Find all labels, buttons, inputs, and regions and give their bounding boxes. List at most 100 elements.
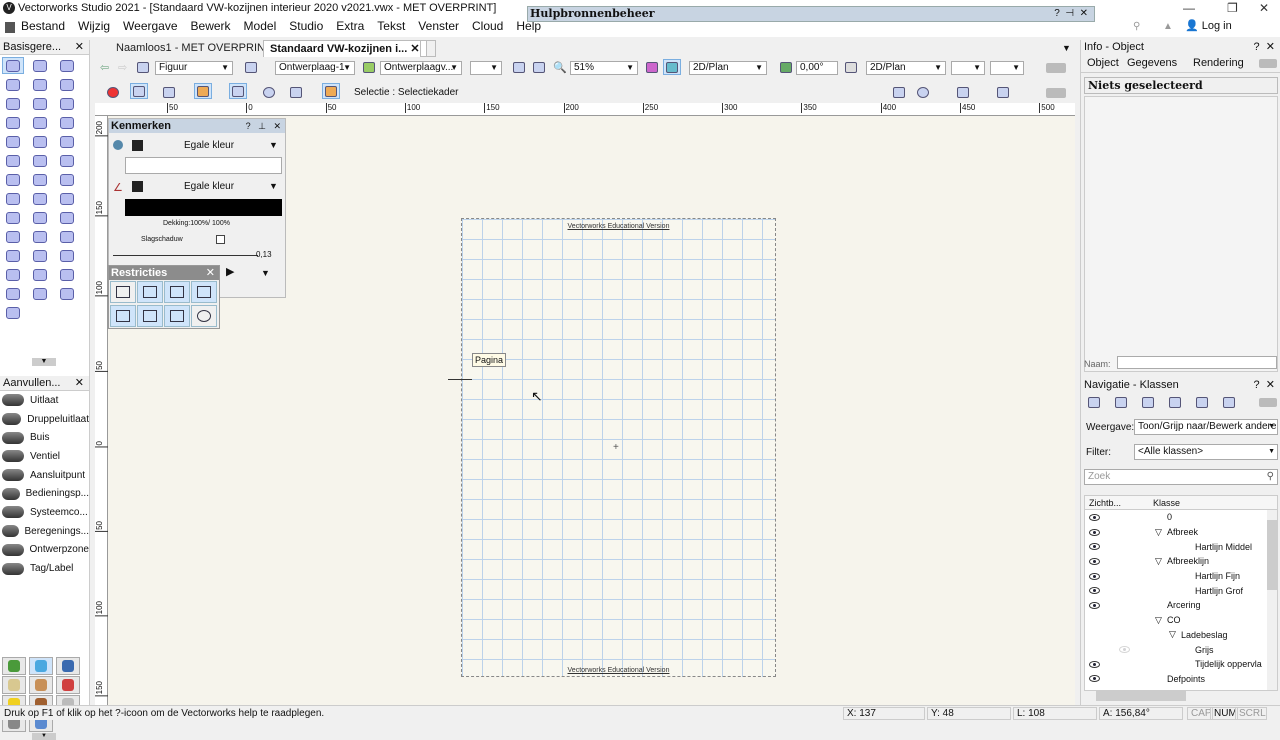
document-icon[interactable] — [5, 21, 15, 33]
tool-split[interactable] — [29, 228, 51, 245]
expand-triangle-icon[interactable]: ▽ — [1169, 629, 1176, 640]
minimize-button[interactable]: — — [1183, 0, 1195, 16]
disable-snap-icon[interactable] — [104, 84, 122, 100]
scroll-down-button[interactable]: ▼ — [32, 358, 56, 366]
tool-eraser[interactable] — [29, 285, 51, 302]
tool-item[interactable]: Ventiel — [0, 447, 89, 466]
vertical-scrollbar[interactable] — [1267, 510, 1277, 690]
tool-settings-icon[interactable] — [890, 84, 908, 100]
tool-regular-polygon[interactable] — [29, 171, 51, 188]
tool-spiral[interactable] — [56, 171, 78, 188]
view-select[interactable]: 2D/Plan ▼ — [689, 61, 767, 75]
tool-magic-wand[interactable] — [29, 190, 51, 207]
tool-oval[interactable] — [29, 133, 51, 150]
tool-flyover[interactable] — [56, 57, 78, 74]
tool-freehand[interactable] — [2, 152, 24, 169]
column-visibility[interactable]: Zichtb... — [1089, 498, 1121, 508]
pen-style[interactable]: Egale kleur — [184, 181, 234, 192]
constraint-distance[interactable] — [110, 305, 136, 327]
saved-views-tab-icon[interactable] — [1193, 394, 1211, 410]
tool-chamfer[interactable] — [29, 266, 51, 283]
render-select[interactable]: 2D/Plan ▼ — [866, 61, 946, 75]
back-arrow-icon[interactable]: ⇦ — [100, 61, 109, 74]
tool-set-house[interactable] — [29, 676, 53, 694]
selection-mode-1[interactable] — [130, 83, 148, 99]
tool-double-line[interactable] — [2, 114, 24, 131]
tool-scissors[interactable] — [2, 266, 24, 283]
angle-field[interactable]: 0,00° — [796, 61, 838, 75]
tool-text[interactable] — [29, 76, 51, 93]
tool-item[interactable]: Buis — [0, 428, 89, 447]
class-row[interactable]: Hartlijn Fijn — [1085, 569, 1277, 584]
palette-controls[interactable]: ? ⊥ ✕ — [246, 119, 281, 133]
menu-bewerk[interactable]: Bewerk — [191, 19, 231, 33]
transform-mode[interactable] — [322, 83, 340, 99]
tool-item[interactable]: Systeemco... — [0, 503, 89, 522]
viewports-tab-icon[interactable] — [1166, 394, 1184, 410]
selection-mode-2[interactable] — [160, 84, 178, 100]
class-row[interactable]: Grijs — [1085, 642, 1277, 657]
forward-arrow-icon[interactable]: ⇨ — [118, 61, 127, 74]
constraint-dimension[interactable] — [110, 281, 136, 303]
tool-zoom[interactable] — [2, 76, 24, 93]
projection-icon[interactable] — [842, 59, 860, 75]
tool-callout[interactable] — [56, 76, 78, 93]
tool-mirror[interactable] — [2, 228, 24, 245]
menu-venster[interactable]: Venster — [418, 19, 459, 33]
tab-menu-arrow[interactable]: ▼ — [1062, 43, 1071, 53]
tool-set-water[interactable] — [29, 657, 53, 675]
tool-item[interactable]: Tag/Label — [0, 559, 89, 578]
tool-set-site[interactable] — [2, 657, 26, 675]
filter-select[interactable]: <Alle klassen> ▼ — [1134, 444, 1278, 460]
visibility-select[interactable]: ▼ — [470, 61, 502, 75]
close-icon[interactable]: ✕ — [75, 376, 84, 391]
more-button[interactable] — [1046, 63, 1066, 73]
visibility-eye-icon[interactable] — [1089, 572, 1100, 580]
opacity-label[interactable]: Dekking:100%/ 100% — [163, 220, 230, 227]
constraint-angle[interactable] — [164, 281, 190, 303]
references-tab-icon[interactable] — [1220, 394, 1238, 410]
menu-studio[interactable]: Studio — [289, 19, 323, 33]
pen-color-swatch[interactable] — [132, 181, 143, 192]
fill-dropdown-arrow[interactable]: ▼ — [269, 140, 278, 150]
visibility-eye-icon[interactable] — [1119, 646, 1130, 654]
tool-offset[interactable] — [56, 228, 78, 245]
pen-dropdown-arrow[interactable]: ▼ — [269, 181, 278, 191]
visibility-eye-icon[interactable] — [1089, 528, 1100, 536]
tool-selection[interactable] — [2, 57, 24, 74]
resource-manager-titlebar[interactable]: Hulpbronnenbeheer ? ⊣ ✕ — [527, 6, 1095, 22]
tab-object[interactable]: Object — [1087, 57, 1119, 69]
classes-tab-icon[interactable] — [1085, 394, 1103, 410]
column-class[interactable]: Klasse — [1153, 498, 1180, 508]
layer-options-icon[interactable] — [360, 59, 378, 75]
tab-naamloos[interactable]: Naamloos1 - MET OVERPRINT — [110, 40, 278, 57]
left-ruler[interactable]: 200 150 100 50 0 50 100 150 — [95, 116, 108, 705]
snap-settings-icon[interactable] — [994, 84, 1012, 100]
visibility-eye-icon[interactable] — [1089, 557, 1100, 565]
pen-preview[interactable] — [125, 199, 282, 216]
fill-preview[interactable] — [125, 157, 282, 174]
more-button[interactable] — [1046, 88, 1066, 98]
close-icon[interactable]: ✕ — [75, 40, 84, 55]
class-row[interactable]: ▽ Afbreeklijn — [1085, 554, 1277, 569]
new-tab-button[interactable] — [420, 40, 436, 57]
tool-reshape[interactable] — [29, 209, 51, 226]
gear-icon[interactable] — [914, 84, 932, 100]
fill-color-swatch[interactable] — [132, 140, 143, 151]
arrowhead-icon[interactable]: ▶ — [226, 265, 234, 278]
tool-item[interactable]: Ontwerpzone — [0, 541, 89, 560]
menu-tekst[interactable]: Tekst — [377, 19, 405, 33]
search-icon[interactable]: ⚲ — [1133, 16, 1140, 37]
tool-connect[interactable] — [29, 247, 51, 264]
class-row[interactable]: Defpoints — [1085, 672, 1277, 687]
class-row[interactable]: 0 — [1085, 510, 1277, 525]
tool-poly-2d[interactable] — [2, 171, 24, 188]
view-icon[interactable] — [663, 59, 681, 75]
search-icon[interactable]: ⚲ — [1267, 470, 1274, 484]
class-row[interactable]: Hartlijn Middel — [1085, 539, 1277, 554]
class-row[interactable]: Arcering — [1085, 598, 1277, 613]
horizontal-scrollbar[interactable] — [1084, 691, 1278, 701]
zoom-fit-icon[interactable] — [510, 59, 528, 75]
attributes-header[interactable]: Kenmerken ? ⊥ ✕ — [109, 119, 285, 133]
visibility-eye-icon[interactable] — [1089, 513, 1100, 521]
